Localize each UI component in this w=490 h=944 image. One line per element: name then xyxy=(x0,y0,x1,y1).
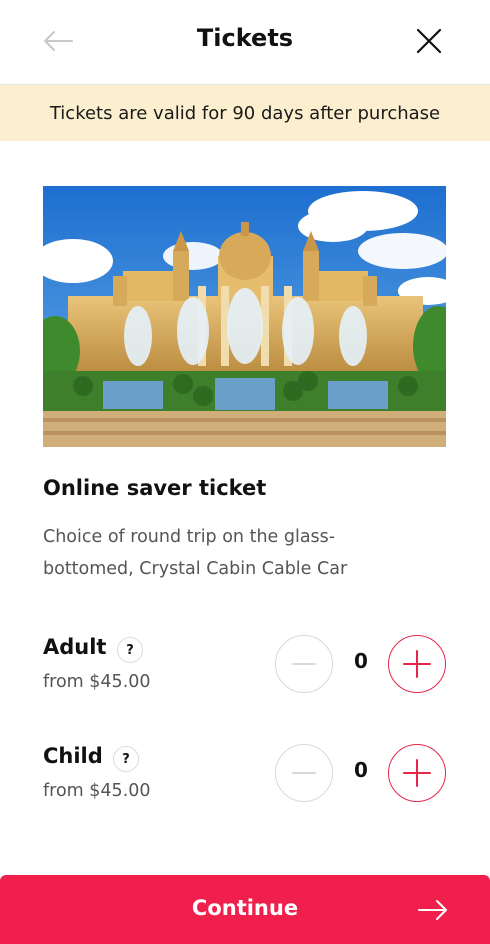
close-icon xyxy=(416,28,442,54)
close-button[interactable] xyxy=(412,24,446,58)
ticket-price: from $45.00 xyxy=(43,672,151,692)
help-button[interactable]: ? xyxy=(117,637,143,663)
arrow-right-icon xyxy=(418,900,447,920)
header: Tickets xyxy=(0,0,490,85)
increase-button[interactable] xyxy=(388,635,446,693)
ticket-type-label: Adult xyxy=(43,635,107,659)
plus-icon xyxy=(403,650,431,678)
ticket-name: Online saver ticket xyxy=(43,476,267,500)
help-icon: ? xyxy=(122,751,130,767)
validity-notice-text: Tickets are valid for 90 days after purc… xyxy=(49,102,441,124)
plus-icon xyxy=(403,759,431,787)
help-icon: ? xyxy=(126,642,134,658)
decrease-button[interactable] xyxy=(275,635,333,693)
ticket-price: from $45.00 xyxy=(43,781,151,801)
help-button[interactable]: ? xyxy=(113,746,139,772)
quantity-value: 0 xyxy=(354,758,368,782)
minus-icon xyxy=(292,663,316,665)
validity-notice: Tickets are valid for 90 days after purc… xyxy=(0,85,490,141)
quantity-value: 0 xyxy=(354,649,368,673)
ticket-type-label: Child xyxy=(43,744,103,768)
ticket-description: Choice of round trip on the glass-bottom… xyxy=(43,527,348,579)
ticket-row-adult: Adult ? from $45.00 0 xyxy=(0,635,490,705)
continue-button[interactable]: Continue xyxy=(0,875,490,944)
increase-button[interactable] xyxy=(388,744,446,802)
minus-icon xyxy=(292,772,316,774)
ticket-image xyxy=(43,186,446,447)
ticket-row-child: Child ? from $45.00 0 xyxy=(0,744,490,814)
decrease-button[interactable] xyxy=(275,744,333,802)
